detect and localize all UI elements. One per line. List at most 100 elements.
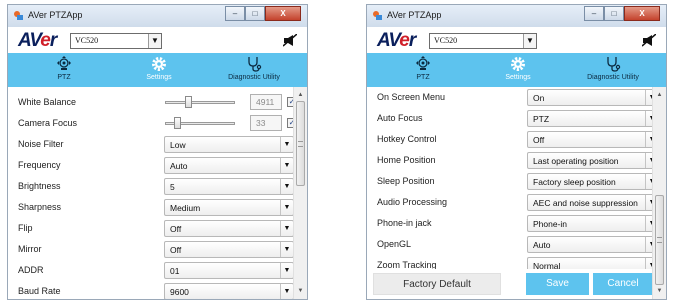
tab-diagnostic-utility[interactable]: Diagnostic Utility [563, 53, 663, 87]
addr-select[interactable]: 01 ▼ [164, 262, 293, 279]
maximize-button[interactable]: □ [604, 6, 624, 21]
vertical-scrollbar[interactable]: ▲ ▼ [293, 87, 307, 299]
tab-settings[interactable]: Settings [468, 53, 568, 87]
chevron-down-icon: ▼ [645, 237, 652, 252]
title-bar[interactable]: AVer PTZApp – □ X [8, 5, 307, 27]
phone-in-jack-select[interactable]: Phone-in ▼ [527, 215, 652, 232]
setting-row-baud-rate: Baud Rate 9600 ▼ [8, 281, 293, 299]
chevron-down-icon: ▼ [280, 179, 293, 194]
setting-label: Audio Processing [377, 197, 448, 207]
chevron-down-icon: ▼ [280, 242, 293, 257]
tab-ptz-label: PTZ [416, 74, 430, 81]
setting-label: OpenGL [377, 239, 412, 249]
scroll-down-arrow-icon[interactable]: ▼ [294, 285, 307, 297]
chevron-down-icon: ▼ [280, 137, 293, 152]
sharpness-select[interactable]: Medium ▼ [164, 199, 293, 216]
auto-focus-select[interactable]: PTZ ▼ [527, 110, 652, 127]
baud-rate-select[interactable]: 9600 ▼ [164, 283, 293, 299]
model-select[interactable]: VC520 ▼ [429, 33, 537, 49]
setting-label: Phone-in jack [377, 218, 432, 228]
setting-row-camera-focus: Camera Focus 33 ✓ [8, 113, 293, 134]
chevron-down-icon: ▼ [280, 284, 293, 299]
tab-diagnostic-utility[interactable]: Diagnostic Utility [204, 53, 304, 87]
noise-filter-select[interactable]: Low ▼ [164, 136, 293, 153]
setting-label: ADDR [18, 265, 44, 275]
vertical-scrollbar[interactable]: ▲ ▼ [652, 87, 666, 299]
slider-thumb[interactable] [174, 117, 182, 129]
factory-default-button[interactable]: Factory Default [373, 273, 501, 295]
on-screen-menu-select[interactable]: On ▼ [527, 89, 652, 106]
model-select[interactable]: VC520 ▼ [70, 33, 162, 49]
footer-actions: Factory Default Save Cancel [367, 269, 653, 299]
scroll-up-arrow-icon[interactable]: ▲ [653, 89, 666, 101]
setting-label: Sharpness [18, 202, 62, 212]
tab-settings-label: Settings [146, 74, 172, 81]
opengl-select[interactable]: Auto ▼ [527, 236, 652, 253]
close-button[interactable]: X [624, 6, 660, 21]
chevron-down-icon: ▼ [645, 111, 652, 126]
scrollbar-thumb[interactable] [655, 195, 664, 285]
app-header: AVer VC520 ▼ [8, 27, 307, 53]
frequency-select[interactable]: Auto ▼ [164, 157, 293, 174]
tab-settings-label: Settings [505, 74, 531, 81]
setting-row-mirror: Mirror Off ▼ [8, 239, 293, 260]
tab-ptz-label: PTZ [57, 74, 71, 81]
setting-row-auto-focus: Auto Focus PTZ ▼ [367, 108, 652, 129]
slider-thumb[interactable] [185, 96, 193, 108]
hotkey-control-select[interactable]: Off ▼ [527, 131, 652, 148]
setting-label: Flip [18, 223, 33, 233]
minimize-button[interactable]: – [584, 6, 604, 21]
setting-label: Home Position [377, 155, 436, 165]
chevron-down-icon: ▼ [645, 174, 652, 189]
setting-row-on-screen-menu: On Screen Menu On ▼ [367, 87, 652, 108]
scroll-up-arrow-icon[interactable]: ▲ [294, 89, 307, 101]
mirror-select[interactable]: Off ▼ [164, 241, 293, 258]
select-value: PTZ [533, 114, 550, 124]
save-button[interactable]: Save [526, 273, 589, 295]
setting-row-audio-processing: Audio Processing AEC and noise suppressi… [367, 192, 652, 213]
setting-label: Zoom Tracking [377, 260, 437, 269]
nav-bar: PTZ Settings Diagnostic Utility [8, 53, 307, 87]
tab-ptz[interactable]: PTZ [14, 53, 114, 87]
select-value: Last operating position [533, 156, 619, 166]
mute-icon[interactable] [642, 34, 656, 47]
chevron-down-icon: ▼ [645, 132, 652, 147]
chevron-down-icon: ▼ [645, 216, 652, 231]
white-balance-slider[interactable] [165, 101, 235, 104]
chevron-down-icon: ▼ [280, 263, 293, 278]
chevron-down-icon: ▼ [645, 258, 652, 269]
sleep-position-select[interactable]: Factory sleep position ▼ [527, 173, 652, 190]
mute-icon[interactable] [283, 34, 297, 47]
ptzapp-window-right: AVer PTZApp – □ X AVer VC520 ▼ PTZ Setti… [366, 4, 667, 300]
select-value: AEC and noise suppression [533, 198, 638, 208]
minimize-button[interactable]: – [225, 6, 245, 21]
settings-list: White Balance 4911 ✓ Camera Focus 33 ✓ N… [8, 87, 293, 299]
setting-row-flip: Flip Off ▼ [8, 218, 293, 239]
select-value: Phone-in [533, 219, 568, 229]
white-balance-value: 4911 [250, 94, 282, 110]
window-title: AVer PTZApp [387, 10, 442, 20]
select-value: 5 [170, 182, 175, 192]
setting-row-addr: ADDR 01 ▼ [8, 260, 293, 281]
close-button[interactable]: X [265, 6, 301, 21]
aver-logo: AVer [18, 30, 57, 51]
setting-row-noise-filter: Noise Filter Low ▼ [8, 134, 293, 155]
home-position-select[interactable]: Last operating position ▼ [527, 152, 652, 169]
select-value: Off [533, 135, 545, 145]
scrollbar-thumb[interactable] [296, 101, 305, 186]
cancel-button[interactable]: Cancel [593, 273, 653, 295]
setting-row-phone-in-jack: Phone-in jack Phone-in ▼ [367, 213, 652, 234]
brightness-select[interactable]: 5 ▼ [164, 178, 293, 195]
tab-ptz[interactable]: PTZ [373, 53, 473, 87]
tab-settings[interactable]: Settings [109, 53, 209, 87]
title-bar[interactable]: AVer PTZApp – □ X [367, 5, 666, 27]
scroll-down-arrow-icon[interactable]: ▼ [653, 285, 666, 297]
maximize-button[interactable]: □ [245, 6, 265, 21]
audio-processing-select[interactable]: AEC and noise suppression ▼ [527, 194, 652, 211]
setting-row-white-balance: White Balance 4911 ✓ [8, 92, 293, 113]
flip-select[interactable]: Off ▼ [164, 220, 293, 237]
setting-row-frequency: Frequency Auto ▼ [8, 155, 293, 176]
setting-label: Camera Focus [18, 118, 78, 128]
chevron-down-icon: ▼ [523, 34, 536, 48]
zoom-tracking-select[interactable]: Normal ▼ [527, 257, 652, 269]
